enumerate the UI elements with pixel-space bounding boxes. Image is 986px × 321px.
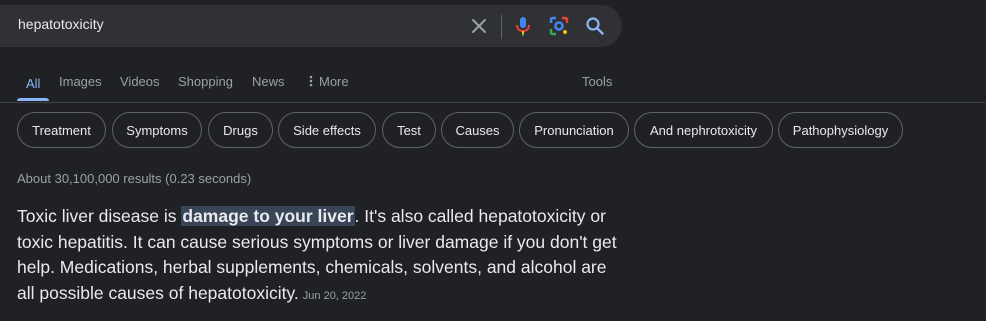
chip-side-effects[interactable]: Side effects — [278, 112, 376, 148]
search-box — [0, 5, 622, 47]
more-vert-icon — [309, 75, 313, 87]
tab-images[interactable]: Images — [59, 74, 102, 89]
result-stats: About 30,100,000 results (0.23 seconds) — [17, 171, 252, 186]
chip-symptoms[interactable]: Symptoms — [112, 112, 202, 148]
snippet-date: Jun 20, 2022 — [302, 289, 367, 302]
microphone-icon[interactable] — [512, 15, 534, 37]
chip-pathophysiology[interactable]: Pathophysiology — [778, 112, 903, 148]
tab-shopping[interactable]: Shopping — [178, 74, 233, 89]
snippet-text-start: Toxic liver disease is — [17, 206, 182, 226]
chip-pronunciation[interactable]: Pronunciation — [519, 112, 629, 148]
tab-more[interactable]: More — [309, 74, 349, 89]
chip-causes[interactable]: Causes — [441, 112, 514, 148]
close-icon[interactable] — [468, 15, 490, 37]
tools-button[interactable]: Tools — [582, 74, 612, 89]
search-input[interactable] — [18, 16, 438, 32]
tab-all[interactable]: All — [26, 76, 40, 91]
search-icon[interactable] — [584, 15, 606, 37]
tab-videos[interactable]: Videos — [120, 74, 160, 89]
tab-more-label: More — [319, 74, 349, 89]
chip-test[interactable]: Test — [382, 112, 436, 148]
lens-icon[interactable] — [548, 15, 570, 37]
active-tab-indicator — [17, 98, 49, 101]
tab-news[interactable]: News — [252, 74, 285, 89]
search-results-page: All Images Videos Shopping News More Too… — [0, 0, 986, 321]
tabs-divider — [0, 102, 986, 103]
snippet-highlight: damage to your liver — [181, 206, 355, 226]
search-divider — [501, 15, 502, 39]
chip-and-nephrotoxicity[interactable]: And nephrotoxicity — [634, 112, 773, 148]
chip-drugs[interactable]: Drugs — [208, 112, 273, 148]
featured-snippet: Toxic liver disease is damage to your li… — [17, 204, 617, 309]
chip-treatment[interactable]: Treatment — [17, 112, 106, 148]
